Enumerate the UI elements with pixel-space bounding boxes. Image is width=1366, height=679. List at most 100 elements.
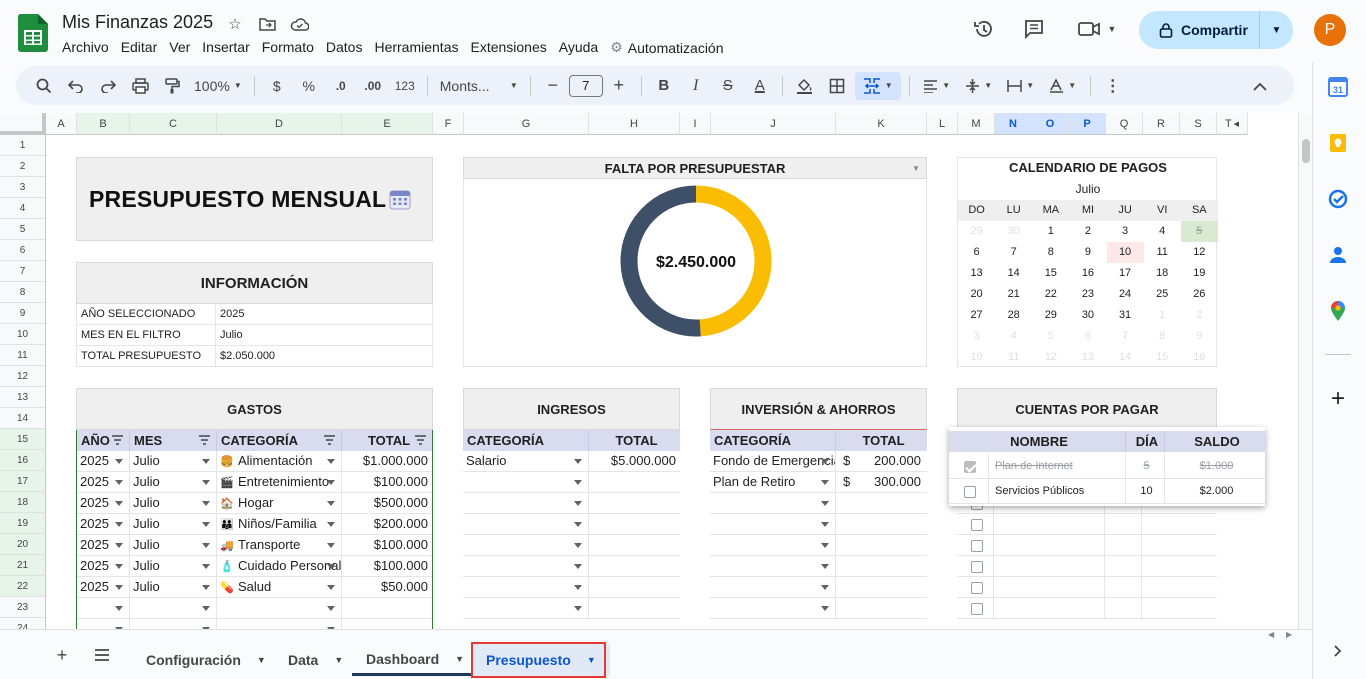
scroll-left-icon[interactable]: ◀ <box>1268 630 1274 639</box>
row-header[interactable]: 20 <box>0 534 46 555</box>
calendar-day[interactable]: 6 <box>1069 326 1106 347</box>
row-header[interactable]: 23 <box>0 597 46 618</box>
cloud-status-icon[interactable] <box>289 14 309 34</box>
dropdown-arrow-icon[interactable] <box>115 522 123 527</box>
cell-dia[interactable]: 5 <box>1126 454 1165 479</box>
cell-nombre[interactable] <box>994 556 1105 577</box>
dropdown-arrow-icon[interactable] <box>115 606 123 611</box>
column-header[interactable]: J <box>711 113 836 135</box>
cell-categoria[interactable]: 🍔 Alimentación <box>217 451 342 472</box>
dropdown-arrow-icon[interactable] <box>821 522 829 527</box>
dropdown-arrow-icon[interactable] <box>327 564 335 569</box>
calendar-day[interactable]: 8 <box>1032 242 1069 263</box>
table-row[interactable] <box>463 577 680 598</box>
calendar-day[interactable]: 22 <box>1032 284 1069 305</box>
cell-nombre[interactable]: Plan de Internet <box>989 454 1126 479</box>
table-row[interactable] <box>463 493 680 514</box>
cell-check[interactable] <box>957 556 994 577</box>
dropdown-arrow-icon[interactable] <box>115 501 123 506</box>
payment-calendar[interactable]: CALENDARIO DE PAGOS Julio DO LU MA MI JU… <box>957 157 1218 367</box>
column-header-total[interactable]: TOTAL <box>836 430 927 451</box>
cell-dia[interactable]: 10 <box>1126 479 1165 504</box>
cell-anio[interactable]: 2025 <box>77 556 130 577</box>
checkbox[interactable] <box>970 602 983 615</box>
dropdown-arrow-icon[interactable] <box>327 543 335 548</box>
cell-check[interactable] <box>949 454 989 479</box>
cell-total[interactable] <box>836 535 927 556</box>
column-header[interactable]: N <box>995 113 1032 135</box>
calendar-day[interactable]: 31 <box>1107 305 1144 326</box>
info-header[interactable]: INFORMACIÓN <box>76 262 433 304</box>
cell-total[interactable] <box>836 514 927 535</box>
menu-editar[interactable]: Editar <box>115 37 164 58</box>
cell-mes[interactable]: Julio <box>130 472 217 493</box>
checkbox[interactable] <box>970 581 983 594</box>
row-header[interactable]: 11 <box>0 345 46 366</box>
menu-datos[interactable]: Datos <box>320 37 369 58</box>
calendar-day[interactable]: 26 <box>1181 284 1218 305</box>
cell-mes[interactable]: Julio <box>130 577 217 598</box>
dropdown-arrow-icon[interactable] <box>574 585 582 590</box>
calendar-day[interactable]: 2 <box>1069 221 1106 242</box>
italic-button[interactable]: I <box>682 72 710 100</box>
table-row[interactable]: 2025 Julio 💊 Salud $50.000 <box>77 577 432 598</box>
row-header[interactable]: 19 <box>0 513 46 534</box>
table-row[interactable] <box>957 577 1217 598</box>
redo-icon[interactable] <box>94 72 122 100</box>
cell-total[interactable]: $100.000 <box>342 472 432 493</box>
cell-total[interactable]: $100.000 <box>342 535 432 556</box>
dropdown-arrow-icon[interactable] <box>327 522 335 527</box>
cell-total[interactable]: $500.000 <box>342 493 432 514</box>
table-row[interactable] <box>463 535 680 556</box>
cell-total[interactable] <box>836 577 927 598</box>
cell-total[interactable] <box>589 493 680 514</box>
table-row[interactable] <box>463 472 680 493</box>
ingresos-header[interactable]: INGRESOS <box>463 388 680 430</box>
cell-categoria[interactable] <box>463 472 589 493</box>
star-icon[interactable]: ☆ <box>225 14 245 34</box>
column-header[interactable]: S <box>1180 113 1217 135</box>
dropdown-arrow-icon[interactable] <box>202 606 210 611</box>
column-header[interactable]: A <box>46 113 77 135</box>
calendar-day[interactable]: 29 <box>958 221 995 242</box>
cell-nombre[interactable] <box>994 535 1105 556</box>
meet-icon[interactable]: ▼ <box>1074 16 1120 42</box>
menu-formato[interactable]: Formato <box>256 37 320 58</box>
cell-nombre[interactable]: Servicios Públicos <box>989 479 1126 504</box>
calendar-day[interactable]: 18 <box>1144 263 1181 284</box>
dropdown-arrow-icon[interactable] <box>115 585 123 590</box>
cell-total[interactable] <box>589 535 680 556</box>
chart-menu-icon[interactable]: ▼ <box>912 164 920 173</box>
cell-dia[interactable] <box>1105 514 1142 535</box>
cell-check[interactable] <box>957 514 994 535</box>
table-row[interactable]: 2025 Julio 🚚 Transporte $100.000 <box>77 535 432 556</box>
cell-saldo[interactable]: $1.000 <box>1165 454 1265 479</box>
menu-automatizacion[interactable]: ⚙ Automatización <box>604 37 729 58</box>
add-sheet-button[interactable]: + <box>50 640 74 670</box>
row-header[interactable]: 3 <box>0 177 46 198</box>
cell-check[interactable] <box>957 577 994 598</box>
row-header[interactable]: 1 <box>0 135 46 156</box>
menu-insertar[interactable]: Insertar <box>196 37 255 58</box>
expand-panel-icon[interactable] <box>1327 640 1349 662</box>
dropdown-arrow-icon[interactable] <box>202 480 210 485</box>
menu-extensiones[interactable]: Extensiones <box>464 37 552 58</box>
row-header[interactable]: 8 <box>0 282 46 303</box>
all-sheets-menu-icon[interactable] <box>90 640 114 670</box>
calendar-day[interactable]: 12 <box>1181 242 1218 263</box>
cell-categoria[interactable] <box>217 619 342 629</box>
currency-format-button[interactable]: $ <box>263 72 291 100</box>
cell-dia[interactable] <box>1105 535 1142 556</box>
cell-categoria[interactable]: 👪 Niños/Familia <box>217 514 342 535</box>
calendar-day[interactable]: 29 <box>1032 305 1069 326</box>
dropdown-arrow-icon[interactable] <box>821 564 829 569</box>
sheets-logo-icon[interactable] <box>18 14 48 52</box>
cell-saldo[interactable] <box>1142 535 1217 556</box>
cell-categoria[interactable] <box>463 535 589 556</box>
table-row[interactable]: 2025 Julio 🧴 Cuidado Personal $100.000 <box>77 556 432 577</box>
info-row[interactable]: AÑO SELECCIONADO 2025 <box>76 304 433 325</box>
calendar-day[interactable]: 7 <box>1107 326 1144 347</box>
calendar-day[interactable]: 7 <box>995 242 1032 263</box>
cell-check[interactable] <box>957 535 994 556</box>
cell-total[interactable]: $5.000.000 <box>589 451 680 472</box>
